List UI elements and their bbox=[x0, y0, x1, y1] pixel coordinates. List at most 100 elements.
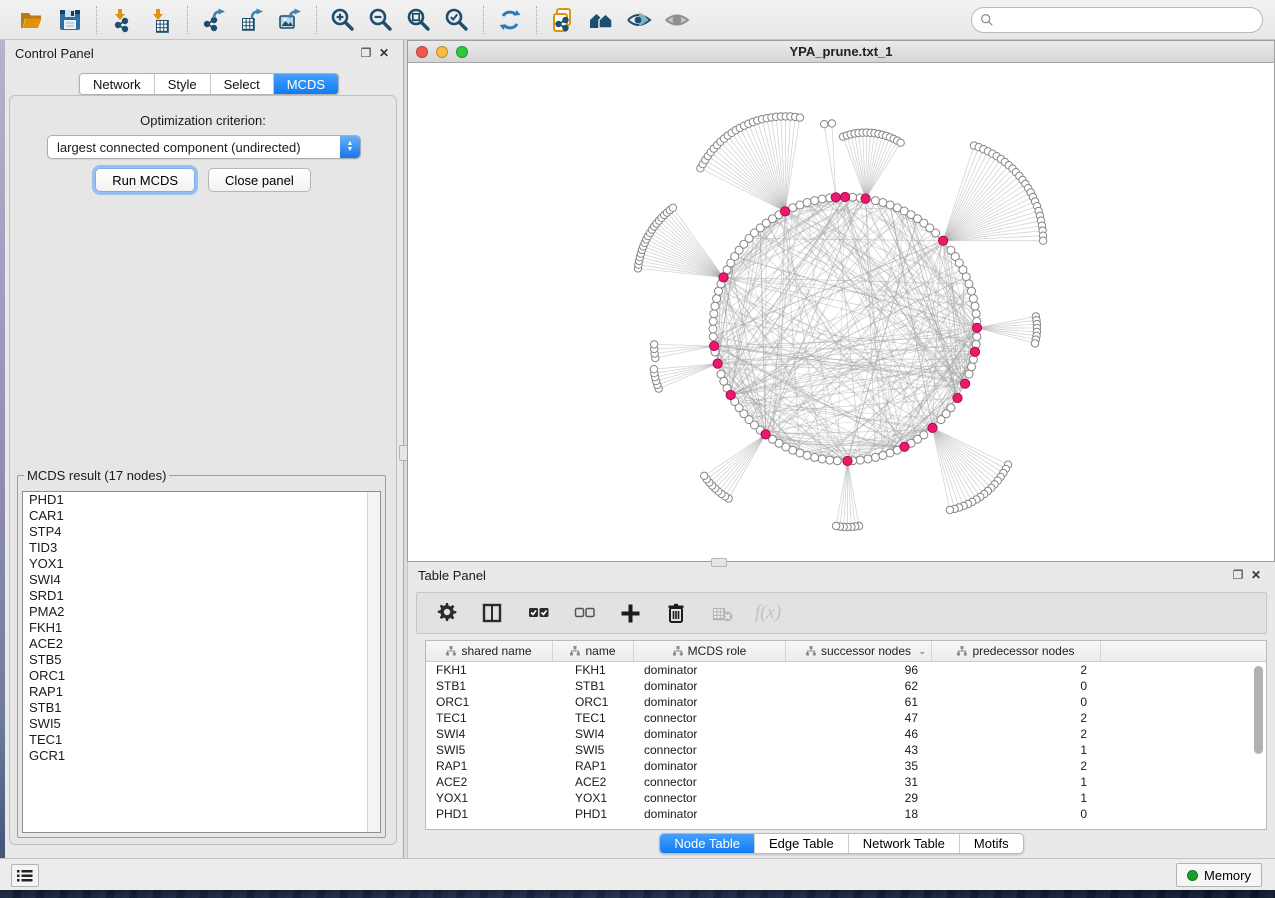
table-cell[interactable]: PHD1 bbox=[553, 807, 634, 821]
export-image-button[interactable] bbox=[274, 5, 306, 35]
export-network-button[interactable] bbox=[198, 5, 230, 35]
network-node[interactable] bbox=[1039, 237, 1046, 244]
network-node[interactable] bbox=[856, 456, 864, 464]
table-cell[interactable]: FKH1 bbox=[553, 663, 634, 677]
mcds-result-item[interactable]: SWI4 bbox=[23, 572, 380, 588]
optimization-select[interactable]: largest connected component (undirected)… bbox=[47, 135, 361, 159]
open-session-button[interactable] bbox=[16, 5, 48, 35]
table-row[interactable]: SWI4SWI4dominator462 bbox=[426, 726, 1266, 742]
table-cell[interactable]: 0 bbox=[932, 695, 1101, 709]
table-cell[interactable]: 1 bbox=[932, 791, 1101, 805]
window-minimize-button[interactable] bbox=[436, 46, 448, 58]
table-row[interactable]: STB1STB1dominator620 bbox=[426, 678, 1266, 694]
network-node[interactable] bbox=[818, 195, 826, 203]
network-node[interactable] bbox=[826, 456, 834, 464]
network-node-selected[interactable] bbox=[719, 273, 728, 282]
table-row[interactable]: SWI5SWI5connector431 bbox=[426, 742, 1266, 758]
network-node-selected[interactable] bbox=[970, 347, 979, 356]
tab-node-table[interactable]: Node Table bbox=[660, 834, 754, 853]
table-row[interactable]: ACE2ACE2connector311 bbox=[426, 774, 1266, 790]
table-cell[interactable]: 0 bbox=[932, 807, 1101, 821]
tab-select[interactable]: Select bbox=[210, 74, 273, 94]
network-node-selected[interactable] bbox=[972, 323, 981, 332]
table-row[interactable]: FKH1FKH1dominator962 bbox=[426, 662, 1266, 678]
column-header-predecessor-nodes[interactable]: predecessor nodes bbox=[932, 641, 1101, 661]
add-column-button[interactable] bbox=[615, 598, 645, 628]
network-node[interactable] bbox=[965, 370, 973, 378]
network-node[interactable] bbox=[709, 333, 717, 341]
mcds-result-item[interactable]: FKH1 bbox=[23, 620, 380, 636]
memory-button[interactable]: Memory bbox=[1176, 863, 1262, 887]
table-cell[interactable]: TEC1 bbox=[553, 711, 634, 725]
network-node-selected[interactable] bbox=[928, 423, 937, 432]
network-node[interactable] bbox=[710, 310, 718, 318]
table-cell[interactable]: dominator bbox=[634, 695, 786, 709]
network-node[interactable] bbox=[833, 457, 841, 465]
network-node[interactable] bbox=[818, 455, 826, 463]
table-cell[interactable]: SWI4 bbox=[553, 727, 634, 741]
mcds-result-item[interactable]: ORC1 bbox=[23, 668, 380, 684]
tab-motifs[interactable]: Motifs bbox=[959, 834, 1023, 853]
mcds-result-item[interactable]: GCR1 bbox=[23, 748, 380, 764]
table-cell[interactable]: 2 bbox=[932, 759, 1101, 773]
table-cell[interactable]: connector bbox=[634, 775, 786, 789]
table-cell[interactable]: 2 bbox=[932, 711, 1101, 725]
table-row[interactable]: RAP1RAP1dominator352 bbox=[426, 758, 1266, 774]
network-node[interactable] bbox=[828, 120, 835, 127]
table-cell[interactable]: RAP1 bbox=[553, 759, 634, 773]
table-cell[interactable]: 0 bbox=[932, 679, 1101, 693]
zoom-selected-button[interactable] bbox=[441, 5, 473, 35]
table-cell[interactable]: 1 bbox=[932, 743, 1101, 757]
network-node-selected[interactable] bbox=[710, 341, 719, 350]
network-node[interactable] bbox=[879, 452, 887, 460]
mcds-result-item[interactable]: PHD1 bbox=[23, 492, 380, 508]
table-cell[interactable]: connector bbox=[634, 743, 786, 757]
table-cell[interactable]: dominator bbox=[634, 727, 786, 741]
close-table-panel-button[interactable]: ✕ bbox=[1247, 567, 1265, 583]
network-node[interactable] bbox=[972, 310, 980, 318]
table-cell[interactable]: STB1 bbox=[426, 679, 553, 693]
table-cell[interactable]: 96 bbox=[786, 663, 932, 677]
window-zoom-button[interactable] bbox=[456, 46, 468, 58]
close-panel-button[interactable]: ✕ bbox=[375, 45, 393, 61]
apply-layout-button[interactable] bbox=[494, 5, 526, 35]
column-header-name[interactable]: name bbox=[553, 641, 634, 661]
deselect-all-rows-button[interactable] bbox=[569, 598, 599, 628]
mcds-result-item[interactable]: STB5 bbox=[23, 652, 380, 668]
mcds-result-item[interactable]: ACE2 bbox=[23, 636, 380, 652]
network-node-selected[interactable] bbox=[843, 456, 852, 465]
panel-list-mode-button[interactable] bbox=[11, 864, 39, 887]
table-row[interactable]: PHD1PHD1dominator180 bbox=[426, 806, 1266, 822]
network-node[interactable] bbox=[650, 341, 657, 348]
select-all-rows-button[interactable] bbox=[523, 598, 553, 628]
zoom-fit-button[interactable] bbox=[403, 5, 435, 35]
table-cell[interactable]: dominator bbox=[634, 663, 786, 677]
table-cell[interactable]: ACE2 bbox=[553, 775, 634, 789]
table-cell[interactable]: 2 bbox=[932, 663, 1101, 677]
mcds-result-item[interactable]: SWI5 bbox=[23, 716, 380, 732]
mcds-result-item[interactable]: STB1 bbox=[23, 700, 380, 716]
graphics-details-button[interactable] bbox=[623, 5, 655, 35]
network-node[interactable] bbox=[1031, 340, 1038, 347]
table-settings-button[interactable] bbox=[431, 598, 461, 628]
mcds-result-item[interactable]: RAP1 bbox=[23, 684, 380, 700]
table-cell[interactable]: 18 bbox=[786, 807, 932, 821]
delete-column-button[interactable] bbox=[661, 598, 691, 628]
mcds-result-item[interactable]: CAR1 bbox=[23, 508, 380, 524]
column-header-MCDS-role[interactable]: MCDS role bbox=[634, 641, 786, 661]
network-node-selected[interactable] bbox=[713, 359, 722, 368]
table-row[interactable]: TEC1TEC1connector472 bbox=[426, 710, 1266, 726]
network-node[interactable] bbox=[717, 370, 725, 378]
network-node[interactable] bbox=[701, 472, 708, 479]
network-node[interactable] bbox=[650, 366, 657, 373]
table-cell[interactable]: 35 bbox=[786, 759, 932, 773]
network-node[interactable] bbox=[803, 199, 811, 207]
zoom-out-button[interactable] bbox=[365, 5, 397, 35]
network-node[interactable] bbox=[821, 121, 828, 128]
network-node[interactable] bbox=[968, 287, 976, 295]
network-node[interactable] bbox=[811, 197, 819, 205]
network-node[interactable] bbox=[937, 416, 945, 424]
import-network-button[interactable] bbox=[107, 5, 139, 35]
table-cell[interactable]: 61 bbox=[786, 695, 932, 709]
float-panel-button[interactable]: ❐ bbox=[357, 45, 375, 61]
